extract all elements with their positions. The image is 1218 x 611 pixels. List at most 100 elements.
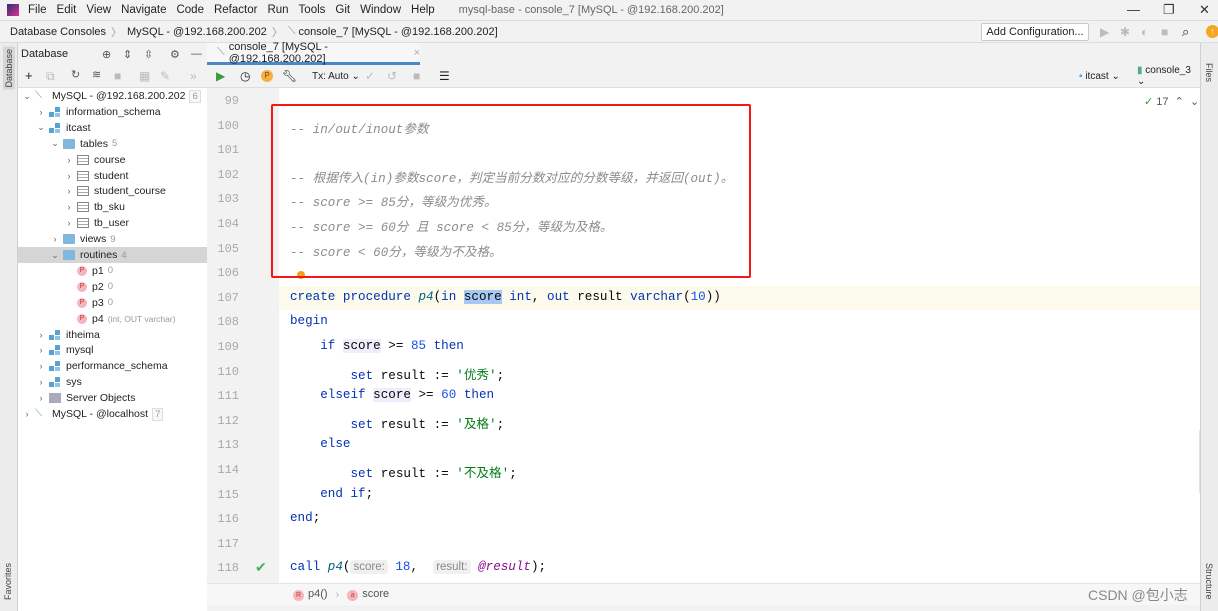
chevron-down-icon[interactable]: ⌄ [22, 91, 32, 102]
tree-item[interactable]: › mysql [18, 342, 207, 358]
tree-item[interactable]: › tb_user [18, 215, 207, 231]
session-selector[interactable]: ▮ console_3 ⌄ [1137, 65, 1200, 87]
locate-icon[interactable]: ⊕ [102, 48, 111, 61]
properties-icon[interactable]: ≋ [92, 68, 101, 81]
chevron-down-icon[interactable]: ⌄ [50, 138, 60, 149]
tree-item[interactable]: Pp3 0 [18, 295, 207, 311]
tree-item[interactable]: › sys [18, 374, 207, 390]
menu-run[interactable]: Run [267, 4, 288, 16]
chevron-right-icon[interactable]: › [22, 409, 32, 419]
breadcrumb-item[interactable]: Database Consoles [10, 26, 106, 38]
breadcrumb-item-procedure[interactable]: Rp4() [293, 588, 328, 601]
tree-item[interactable]: › student_course [18, 183, 207, 199]
tree-item[interactable]: › tb_sku [18, 199, 207, 215]
tree-item[interactable]: Pp1 0 [18, 263, 207, 279]
output-icon[interactable]: ☰ [439, 69, 450, 83]
menu-git[interactable]: Git [335, 4, 350, 16]
console-icon: ⟍ [287, 25, 296, 37]
stop-icon[interactable]: ■ [1161, 25, 1168, 39]
close-tab-icon[interactable]: × [414, 47, 420, 59]
menu-navigate[interactable]: Navigate [121, 4, 166, 16]
tree-item[interactable]: Pp2 0 [18, 279, 207, 295]
inspection-widget[interactable]: ✓ 17 ⌃ ⌄ [1144, 95, 1199, 108]
chevron-right-icon[interactable]: › [36, 361, 46, 371]
database-tool-button[interactable]: Database [3, 47, 15, 90]
menu-window[interactable]: Window [360, 4, 401, 16]
favorites-tool-button[interactable]: Favorites [3, 563, 13, 600]
menu-file[interactable]: File [28, 4, 47, 16]
chevron-right-icon[interactable]: › [36, 393, 46, 403]
tree-item[interactable]: › information_schema [18, 104, 207, 120]
close-window-button[interactable]: ✕ [1199, 2, 1210, 18]
edit-icon[interactable]: ✎ [160, 69, 170, 83]
menu-help[interactable]: Help [411, 4, 435, 16]
tree-item[interactable]: Pp4 (int, OUT varchar) [18, 311, 207, 327]
menu-refactor[interactable]: Refactor [214, 4, 257, 16]
tree-item[interactable]: ⌄ itcast [18, 120, 207, 136]
more-icon[interactable]: » [190, 69, 197, 83]
tree-item[interactable]: › views 9 [18, 231, 207, 247]
chevron-right-icon[interactable]: › [36, 330, 46, 340]
debug-icon[interactable]: ✱ [1120, 25, 1130, 39]
table-view-icon[interactable]: ▦ [139, 69, 150, 83]
session-label: console_3 [1145, 65, 1191, 76]
expand-all-icon[interactable]: ⇕ [123, 48, 132, 61]
hide-panel-icon[interactable]: — [191, 48, 202, 60]
files-tool-button[interactable]: Files [1204, 63, 1214, 82]
chevron-down-icon[interactable]: ⌄ [36, 122, 46, 133]
tree-item[interactable]: ⌄ routines 4 [18, 247, 207, 263]
collapse-all-icon[interactable]: ⇳ [144, 48, 153, 61]
add-configuration-button[interactable]: Add Configuration... [981, 23, 1089, 41]
search-icon[interactable]: ⌕ [1182, 24, 1189, 40]
chevron-right-icon[interactable]: › [64, 155, 74, 165]
chevron-down-icon[interactable]: ⌄ [50, 250, 60, 261]
chevron-right-icon[interactable]: › [64, 218, 74, 228]
gear-icon[interactable]: ⚙ [170, 48, 180, 61]
refresh-icon[interactable]: ↻ [71, 68, 80, 81]
tree-item[interactable]: › Server Objects [18, 390, 207, 406]
code-token: ; [365, 486, 374, 501]
rollback-icon[interactable]: ↺ [387, 69, 397, 83]
breadcrumb-item[interactable]: console_7 [MySQL - @192.168.200.202] [299, 26, 498, 38]
tree-item[interactable]: › course [18, 152, 207, 168]
breadcrumb-item[interactable]: MySQL - @192.168.200.202 [127, 26, 267, 38]
schema-selector[interactable]: ▪ itcast ⌄ [1079, 71, 1120, 82]
code-token: 10 [690, 289, 706, 304]
chevron-right-icon[interactable]: › [36, 377, 46, 387]
tree-item[interactable]: › ⟍ MySQL - @localhost 7 [18, 406, 207, 422]
tree-item[interactable]: › performance_schema [18, 358, 207, 374]
transaction-mode-dropdown[interactable]: Tx: Auto ⌄ [312, 71, 360, 82]
chevron-right-icon[interactable]: › [64, 186, 74, 196]
menu-tools[interactable]: Tools [299, 4, 326, 16]
menu-view[interactable]: View [86, 4, 111, 16]
code-token: score [463, 289, 502, 304]
add-icon[interactable]: + [25, 68, 33, 83]
chevron-right-icon[interactable]: › [36, 345, 46, 355]
commit-icon[interactable]: ✓ [365, 69, 375, 83]
coverage-icon[interactable]: ◐ [1141, 25, 1148, 39]
minimize-button[interactable]: — [1127, 2, 1140, 17]
settings-wrench-icon[interactable]: 🔧︎ [282, 69, 297, 83]
chevron-right-icon[interactable]: › [36, 107, 46, 117]
stop-icon[interactable]: ■ [114, 69, 121, 83]
copy-icon[interactable]: ⧉ [46, 69, 55, 84]
run-icon[interactable]: ▶ [1100, 25, 1109, 39]
menu-edit[interactable]: Edit [57, 4, 77, 16]
menu-code[interactable]: Code [176, 4, 204, 16]
cancel-icon[interactable]: ■ [413, 69, 420, 83]
tree-item[interactable]: › student [18, 168, 207, 184]
breadcrumb-item-argument[interactable]: a score [347, 588, 389, 601]
profile-icon[interactable]: P [261, 70, 273, 82]
chevron-right-icon[interactable]: › [64, 202, 74, 212]
tree-item[interactable]: ⌄ tables 5 [18, 136, 207, 152]
tab-console-7[interactable]: ⟍ console_7 [MySQL - @192.168.200.202] × [207, 41, 420, 65]
tree-item[interactable]: ⌄ ⟍ MySQL - @192.168.200.202 6 [18, 88, 207, 104]
execute-icon[interactable]: ▶ [216, 69, 225, 83]
update-icon[interactable]: ↑ [1206, 25, 1218, 38]
chevron-right-icon[interactable]: › [64, 171, 74, 181]
history-icon[interactable]: ◷ [240, 69, 250, 83]
chevron-right-icon[interactable]: › [50, 234, 60, 244]
structure-tool-button[interactable]: Structure [1204, 563, 1214, 600]
tree-item[interactable]: › itheima [18, 327, 207, 343]
maximize-button[interactable]: ❐ [1163, 2, 1175, 18]
